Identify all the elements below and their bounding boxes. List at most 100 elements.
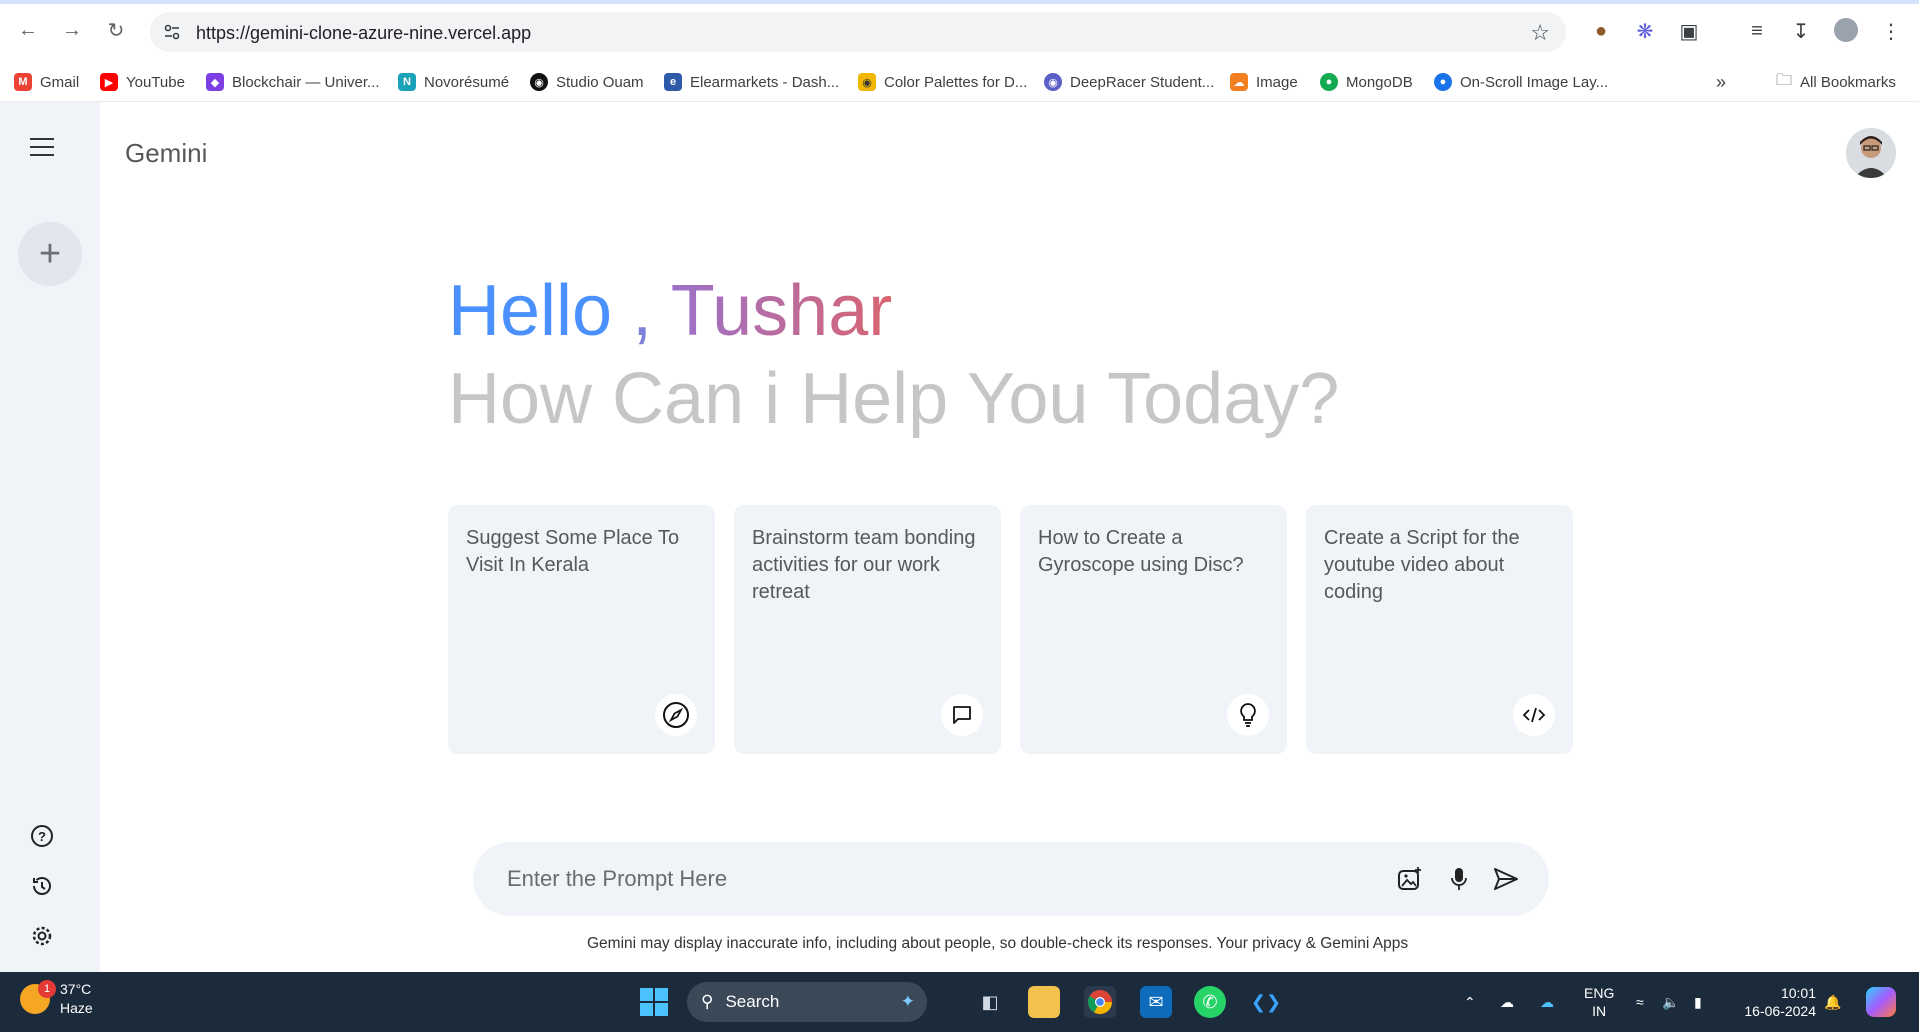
- language-indicator[interactable]: ENG IN: [1584, 972, 1614, 1032]
- reload-icon[interactable]: ↻: [102, 16, 130, 44]
- chrome-icon[interactable]: [1084, 986, 1116, 1018]
- greeting-hello: Hello: [448, 271, 613, 351]
- cloud-sync-icon[interactable]: ☁: [1540, 972, 1554, 1032]
- bulb-icon: [1227, 694, 1269, 736]
- time: 10:01: [1780, 985, 1816, 1001]
- bookmark-color-palettes[interactable]: ◉ Color Palettes for D...: [858, 70, 1027, 94]
- media-queue-icon[interactable]: ≡: [1744, 18, 1770, 44]
- clock[interactable]: 10:01 16-06-2024: [1732, 972, 1816, 1032]
- battery-icon[interactable]: ▮: [1694, 972, 1702, 1032]
- notification-icon[interactable]: 🔔: [1824, 972, 1841, 1032]
- sidebar: + ?: [0, 102, 100, 972]
- download-icon[interactable]: ↧: [1788, 18, 1814, 44]
- suggestion-card[interactable]: Create a Script for the youtube video ab…: [1306, 505, 1573, 754]
- suggestion-card[interactable]: How to Create a Gyroscope using Disc?: [1020, 505, 1287, 754]
- subheading: How Can i Help You Today?: [448, 359, 1340, 439]
- prompt-input[interactable]: [507, 862, 1307, 896]
- bookmark-label: MongoDB: [1346, 73, 1413, 91]
- site-settings-icon[interactable]: [162, 22, 182, 42]
- tab-strip-edge: [0, 0, 1919, 4]
- temperature: 37°C: [60, 981, 92, 997]
- card-text: Create a Script for the youtube video ab…: [1324, 527, 1520, 603]
- url-text[interactable]: https://gemini-clone-azure-nine.vercel.a…: [196, 23, 531, 44]
- address-bar[interactable]: https://gemini-clone-azure-nine.vercel.a…: [150, 12, 1566, 52]
- search-icon: ⚲: [701, 992, 714, 1011]
- all-bookmarks[interactable]: 🗀 All Bookmarks: [1776, 70, 1896, 94]
- menu-icon[interactable]: [30, 138, 54, 158]
- wifi-icon[interactable]: ≈: [1636, 972, 1644, 1032]
- weather-widget[interactable]: 1 37°C Haze: [20, 980, 93, 1018]
- weather-icon: 1: [20, 980, 56, 1014]
- disclaimer-text: Gemini may display inaccurate info, incl…: [587, 935, 1409, 952]
- history-icon[interactable]: [28, 872, 56, 900]
- task-view-icon[interactable]: ◧: [974, 986, 1006, 1018]
- bookmark-star-icon[interactable]: ☆: [1530, 20, 1550, 46]
- bookmark-youtube[interactable]: ▶ YouTube: [100, 70, 185, 94]
- help-icon[interactable]: ?: [28, 822, 56, 850]
- vscode-icon[interactable]: ❮❯: [1250, 986, 1282, 1018]
- taskbar: 1 37°C Haze ⚲ Search ✦ ◧ ✉ ✆ ❮❯ ⌃ ☁ ☁ EN…: [0, 972, 1919, 1032]
- search-highlight-icon: ✦: [900, 992, 915, 1011]
- bookmarks-bar: M Gmail ▶ YouTube ◆ Blockchair — Univer... …: [0, 64, 1919, 102]
- language: ENG: [1584, 985, 1615, 1001]
- bookmark-elearnmarkets[interactable]: e Elearmarkets - Dash...: [664, 70, 839, 94]
- compass-icon: [655, 694, 697, 736]
- cookie-extension-icon[interactable]: ●: [1588, 18, 1614, 44]
- bookmark-blockchair[interactable]: ◆ Blockchair — Univer...: [206, 70, 380, 94]
- onedrive-icon[interactable]: ☁: [1500, 972, 1514, 1032]
- bookmark-label: Image: [1256, 73, 1298, 91]
- bookmark-label: Color Palettes for D...: [884, 73, 1028, 91]
- palette-icon: ◉: [858, 73, 876, 91]
- taskbar-search[interactable]: ⚲ Search ✦: [687, 982, 927, 1022]
- bookmark-studio-ouam[interactable]: ◉ Studio Ouam: [530, 70, 644, 94]
- svg-text:?: ?: [38, 829, 46, 844]
- forward-icon[interactable]: →: [58, 16, 86, 44]
- suggestion-card[interactable]: Brainstorm team bonding activities for o…: [734, 505, 1001, 754]
- bookmarks-overflow-icon[interactable]: »: [1716, 70, 1726, 94]
- deepracer-icon: ◉: [1044, 73, 1062, 91]
- weather-badge: 1: [38, 980, 56, 998]
- extensions-puzzle-icon[interactable]: ▣: [1676, 18, 1702, 44]
- bookmark-onscroll[interactable]: ● On-Scroll Image Lay...: [1434, 70, 1608, 94]
- more-menu-icon[interactable]: ⋮: [1878, 18, 1904, 44]
- cloud-icon: ☁: [1230, 73, 1248, 91]
- suggestion-card[interactable]: Suggest Some Place To Visit In Kerala: [448, 505, 715, 754]
- prompt-bar: [473, 842, 1549, 916]
- mail-icon[interactable]: ✉: [1140, 986, 1172, 1018]
- greeting: Hello , Tushar: [448, 270, 892, 352]
- copilot-icon[interactable]: [1866, 972, 1896, 1032]
- bookmark-deepracer[interactable]: ◉ DeepRacer Student...: [1044, 70, 1214, 94]
- elearn-icon: e: [664, 73, 682, 91]
- date: 16-06-2024: [1744, 1003, 1816, 1019]
- bookmark-label: Gmail: [40, 73, 80, 91]
- file-explorer-icon[interactable]: [1028, 986, 1060, 1018]
- gmail-icon: M: [14, 73, 32, 91]
- show-hidden-icons[interactable]: ⌃: [1464, 972, 1476, 1032]
- back-icon[interactable]: ←: [14, 16, 42, 44]
- whatsapp-icon[interactable]: ✆: [1194, 986, 1226, 1018]
- microphone-icon[interactable]: [1444, 864, 1474, 894]
- settings-icon[interactable]: [28, 922, 56, 950]
- new-chat-button[interactable]: +: [18, 222, 82, 286]
- greeting-name: Tushar: [670, 271, 893, 351]
- studio-icon: ◉: [530, 73, 548, 91]
- bookmark-novoresume[interactable]: N Novorésumé: [398, 70, 509, 94]
- extension-gear-icon[interactable]: ❋: [1632, 18, 1658, 44]
- avatar-image: [1846, 128, 1896, 178]
- user-avatar[interactable]: [1846, 128, 1896, 178]
- bookmark-label: YouTube: [126, 73, 185, 91]
- blockchair-icon: ◆: [206, 73, 224, 91]
- plus-icon: +: [38, 232, 62, 275]
- bookmark-label: On-Scroll Image Lay...: [1460, 73, 1609, 91]
- profile-avatar-icon[interactable]: [1834, 18, 1858, 42]
- volume-icon[interactable]: 🔈: [1662, 972, 1679, 1032]
- greeting-comma: ,: [612, 271, 671, 351]
- image-upload-icon[interactable]: [1395, 864, 1425, 894]
- windows-start-icon[interactable]: [638, 986, 670, 1018]
- bookmark-image[interactable]: ☁ Image: [1230, 70, 1298, 94]
- send-icon[interactable]: [1491, 864, 1521, 894]
- browser-toolbar: ← → ↻ https://gemini-clone-azure-nine.ve…: [0, 0, 1919, 64]
- bookmark-mongodb[interactable]: ● MongoDB: [1320, 70, 1413, 94]
- bookmark-gmail[interactable]: M Gmail: [14, 70, 79, 94]
- bookmark-label: DeepRacer Student...: [1070, 73, 1215, 91]
